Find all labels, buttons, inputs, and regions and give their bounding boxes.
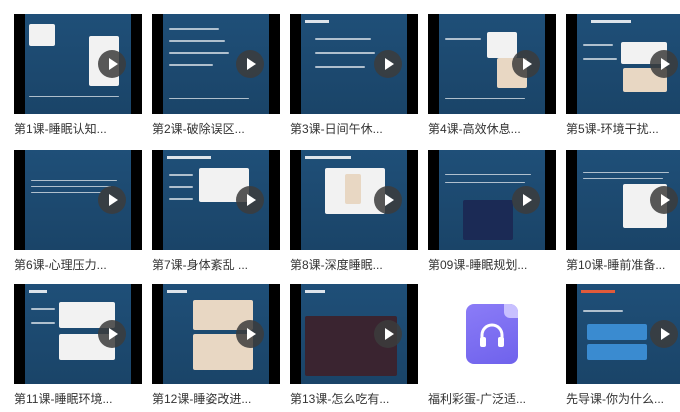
file-grid: 第1课-睡眠认知... 第2课-破除误区... 第3课-日间午休... 第4课-… bbox=[0, 0, 680, 406]
video-thumbnail[interactable] bbox=[290, 150, 418, 250]
item-label[interactable]: 第2课-破除误区... bbox=[152, 120, 280, 137]
grid-item[interactable]: 第1课-睡眠认知... bbox=[14, 14, 142, 142]
play-icon[interactable] bbox=[650, 50, 678, 78]
play-icon[interactable] bbox=[650, 186, 678, 214]
item-label[interactable]: 福利彩蛋-广泛适... bbox=[428, 390, 556, 407]
item-label[interactable]: 先导课-你为什么... bbox=[566, 390, 680, 407]
video-thumbnail[interactable] bbox=[14, 150, 142, 250]
video-thumbnail[interactable] bbox=[152, 284, 280, 384]
play-icon[interactable] bbox=[236, 186, 264, 214]
item-label[interactable]: 第3课-日间午休... bbox=[290, 120, 418, 137]
grid-item[interactable]: 第3课-日间午休... bbox=[290, 14, 418, 142]
grid-item[interactable]: 第11课-睡眠环境... bbox=[14, 284, 142, 412]
item-label[interactable]: 第13课-怎么吃有... bbox=[290, 390, 418, 407]
item-label[interactable]: 第12课-睡姿改进... bbox=[152, 390, 280, 407]
grid-item[interactable]: 第09课-睡眠规划... bbox=[428, 150, 556, 278]
play-icon[interactable] bbox=[98, 186, 126, 214]
video-thumbnail[interactable] bbox=[14, 14, 142, 114]
item-label[interactable]: 第11课-睡眠环境... bbox=[14, 390, 142, 407]
grid-item[interactable]: 第2课-破除误区... bbox=[152, 14, 280, 142]
grid-item[interactable]: 第8课-深度睡眠... bbox=[290, 150, 418, 278]
audio-file-thumbnail[interactable] bbox=[428, 284, 556, 384]
play-icon[interactable] bbox=[374, 50, 402, 78]
video-thumbnail[interactable] bbox=[152, 150, 280, 250]
video-thumbnail[interactable] bbox=[566, 14, 680, 114]
headphones-icon bbox=[480, 323, 504, 347]
video-thumbnail[interactable] bbox=[152, 14, 280, 114]
grid-item[interactable]: 第6课-心理压力... bbox=[14, 150, 142, 278]
video-thumbnail[interactable] bbox=[428, 14, 556, 114]
audio-file-icon bbox=[466, 304, 518, 364]
grid-item[interactable]: 第10课-睡前准备... bbox=[566, 150, 680, 278]
video-thumbnail[interactable] bbox=[290, 14, 418, 114]
video-thumbnail[interactable] bbox=[428, 150, 556, 250]
grid-item[interactable]: 先导课-你为什么... bbox=[566, 284, 680, 412]
item-label[interactable]: 第8课-深度睡眠... bbox=[290, 256, 418, 273]
play-icon[interactable] bbox=[512, 50, 540, 78]
play-icon[interactable] bbox=[374, 320, 402, 348]
item-label[interactable]: 第1课-睡眠认知... bbox=[14, 120, 142, 137]
video-thumbnail[interactable] bbox=[566, 284, 680, 384]
item-label[interactable]: 第10课-睡前准备... bbox=[566, 256, 680, 273]
play-icon[interactable] bbox=[236, 320, 264, 348]
item-label[interactable]: 第09课-睡眠规划... bbox=[428, 256, 556, 273]
play-icon[interactable] bbox=[512, 186, 540, 214]
grid-item[interactable]: 第7课-身体紊乱 ... bbox=[152, 150, 280, 278]
item-label[interactable]: 第6课-心理压力... bbox=[14, 256, 142, 273]
grid-item[interactable]: 第12课-睡姿改进... bbox=[152, 284, 280, 412]
play-icon[interactable] bbox=[98, 320, 126, 348]
item-label[interactable]: 第7课-身体紊乱 ... bbox=[152, 256, 280, 273]
play-icon[interactable] bbox=[236, 50, 264, 78]
video-thumbnail[interactable] bbox=[14, 284, 142, 384]
grid-item[interactable]: 福利彩蛋-广泛适... bbox=[428, 284, 556, 412]
grid-item[interactable]: 第5课-环境干扰... bbox=[566, 14, 680, 142]
grid-item[interactable]: 第13课-怎么吃有... bbox=[290, 284, 418, 412]
grid-item[interactable]: 第4课-高效休息... bbox=[428, 14, 556, 142]
item-label[interactable]: 第5课-环境干扰... bbox=[566, 120, 680, 137]
play-icon[interactable] bbox=[98, 50, 126, 78]
video-thumbnail[interactable] bbox=[566, 150, 680, 250]
video-thumbnail[interactable] bbox=[290, 284, 418, 384]
play-icon[interactable] bbox=[374, 186, 402, 214]
play-icon[interactable] bbox=[650, 320, 678, 348]
item-label[interactable]: 第4课-高效休息... bbox=[428, 120, 556, 137]
